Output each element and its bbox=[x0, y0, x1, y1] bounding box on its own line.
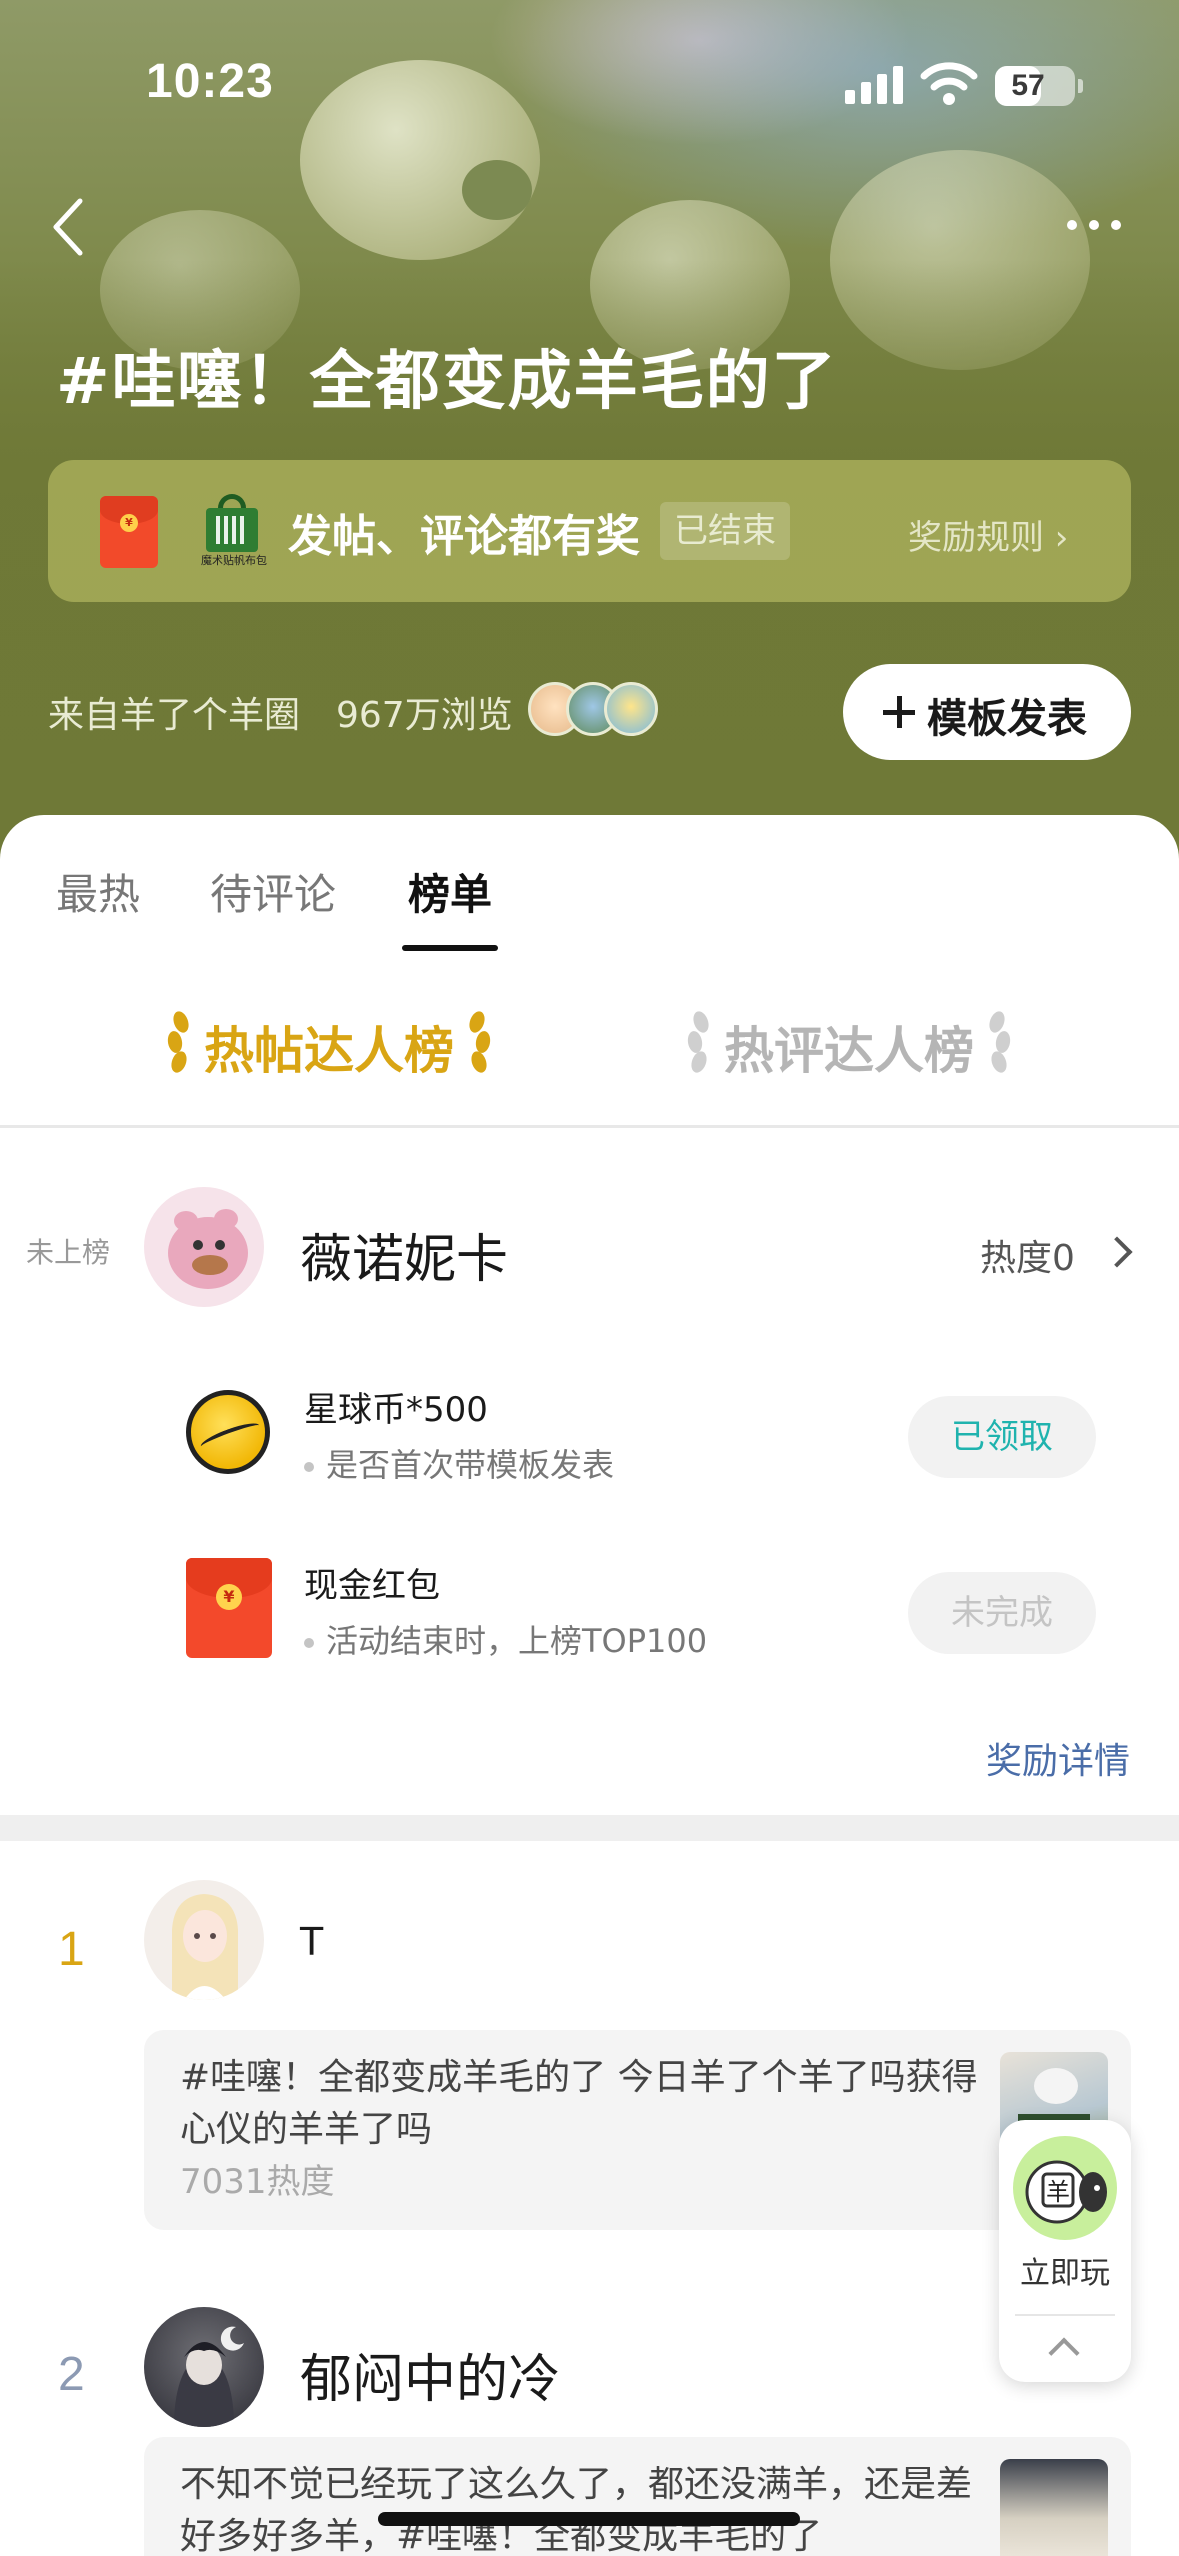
tab-bar: 最热 待评论 榜单 bbox=[0, 861, 1179, 961]
laurel-left-icon bbox=[166, 1005, 192, 1075]
rank-number: 1 bbox=[58, 1923, 85, 1976]
home-indicator[interactable] bbox=[378, 2512, 800, 2526]
laurel-right-icon bbox=[986, 1005, 1012, 1075]
bag-caption: 魔术贴帆布包 bbox=[201, 554, 267, 567]
laurel-right-icon bbox=[466, 1005, 492, 1075]
svg-text:羊: 羊 bbox=[1046, 2178, 1070, 2206]
task-name: 星球币*500 bbox=[304, 1390, 488, 1430]
hot-comment-ranking-label: 热评达人榜 bbox=[724, 1022, 974, 1080]
red-envelope-icon: ¥ bbox=[100, 496, 158, 568]
username: 郁闷中的冷 bbox=[300, 2350, 561, 2410]
status-bar: 10:23 57 bbox=[0, 0, 1179, 150]
topic-source-views[interactable]: 来自羊了个羊圈 967万浏览 bbox=[48, 686, 513, 738]
play-now-label: 立即玩 bbox=[1020, 2256, 1110, 2291]
reward-task-row: ¥ 现金红包 活动结束时，上榜TOP100 未完成 bbox=[0, 1548, 1179, 1678]
chevron-right-icon bbox=[1101, 1236, 1133, 1268]
avatar[interactable] bbox=[144, 1187, 264, 1307]
hot-comment-ranking-option[interactable]: 热评达人榜 bbox=[680, 1005, 1020, 1085]
task-description: 是否首次带模板发表 bbox=[304, 1440, 614, 1486]
red-envelope-icon: ¥ bbox=[186, 1558, 272, 1658]
participant-avatars[interactable] bbox=[528, 680, 668, 740]
battery-percentage: 57 bbox=[1011, 69, 1045, 102]
template-post-label: 模板发表 bbox=[927, 696, 1087, 742]
tab-leaderboard[interactable]: 榜单 bbox=[408, 861, 492, 922]
reward-task-row: 星球币*500 是否首次带模板发表 已领取 bbox=[0, 1372, 1179, 1502]
reward-banner[interactable]: ¥ 魔术贴帆布包 发帖、评论都有奖 已结束 奖励规则 › bbox=[48, 460, 1131, 602]
hot-post-ranking-label: 热帖达人榜 bbox=[204, 1022, 454, 1080]
avatar[interactable] bbox=[144, 2307, 264, 2427]
back-arrow-icon[interactable] bbox=[40, 185, 100, 265]
divider bbox=[1015, 2314, 1115, 2316]
status-time: 10:23 bbox=[146, 55, 274, 108]
topic-header: 10:23 57 #哇噻！全都变成羊毛的了 ¥ 魔术贴帆布包 发帖、评论都有奖 … bbox=[0, 0, 1179, 860]
task-description: 活动结束时，上榜TOP100 bbox=[304, 1616, 707, 1662]
my-heat-value: 热度0 bbox=[980, 1238, 1075, 1279]
post-card[interactable]: 不知不觉已经玩了这么久了，都还没满羊，还是差好多好多羊，#哇噻！全都变成羊毛的了 bbox=[144, 2437, 1131, 2556]
plus-icon bbox=[879, 692, 919, 732]
ranking-switch: 热帖达人榜 热评达人榜 bbox=[0, 995, 1179, 1095]
canvas-bag-icon: 魔术贴帆布包 bbox=[198, 490, 268, 570]
hot-post-ranking-option[interactable]: 热帖达人榜 bbox=[160, 1005, 500, 1085]
post-heat: 7031热度 bbox=[180, 2162, 335, 2202]
topic-title: #哇噻！全都变成羊毛的了 bbox=[56, 345, 838, 419]
cellular-signal-icon bbox=[845, 64, 905, 104]
reward-rules-link[interactable]: 奖励规则 › bbox=[908, 510, 1068, 559]
section-divider bbox=[0, 1815, 1179, 1841]
more-options-icon[interactable] bbox=[1055, 200, 1135, 250]
post-text: 不知不觉已经玩了这么久了，都还没满羊，还是差好多好多羊，#哇噻！全都变成羊毛的了 bbox=[180, 2464, 973, 2556]
coin-icon bbox=[186, 1382, 272, 1482]
my-ranking-row[interactable]: 未上榜 薇诺妮卡 热度0 bbox=[0, 1187, 1179, 1317]
reward-text: 发帖、评论都有奖 bbox=[288, 511, 640, 562]
tab-hottest[interactable]: 最热 bbox=[56, 861, 140, 922]
avatar bbox=[604, 682, 658, 736]
tab-pending-comment[interactable]: 待评论 bbox=[210, 861, 336, 922]
my-rank-status: 未上榜 bbox=[26, 1236, 111, 1269]
divider bbox=[0, 1125, 1179, 1128]
battery-icon: 57 bbox=[995, 66, 1083, 106]
avatar[interactable] bbox=[144, 1880, 264, 2000]
username: T bbox=[300, 1920, 324, 1964]
laurel-left-icon bbox=[686, 1005, 712, 1075]
task-claimed-button[interactable]: 已领取 bbox=[908, 1396, 1096, 1478]
wifi-icon bbox=[920, 62, 978, 105]
chevron-up-icon[interactable] bbox=[1048, 2337, 1080, 2369]
post-text: #哇噻！全都变成羊毛的了 今日羊了个羊了吗获得心仪的羊羊了吗 bbox=[180, 2057, 978, 2150]
reward-details-link[interactable]: 奖励详情 bbox=[986, 1732, 1130, 1784]
post-card[interactable]: #哇噻！全都变成羊毛的了 今日羊了个羊了吗获得心仪的羊羊了吗 7031热度 bbox=[144, 2030, 1131, 2230]
task-incomplete-button[interactable]: 未完成 bbox=[908, 1572, 1096, 1654]
tab-active-indicator bbox=[402, 945, 498, 951]
template-post-button[interactable]: 模板发表 bbox=[843, 664, 1131, 760]
sheep-game-logo: 羊 bbox=[1013, 2136, 1117, 2240]
play-now-widget[interactable]: 羊 立即玩 bbox=[999, 2120, 1131, 2382]
banner-art-creature bbox=[462, 160, 532, 220]
my-username: 薇诺妮卡 bbox=[300, 1230, 509, 1290]
reward-status-badge: 已结束 bbox=[660, 502, 790, 560]
rank-number: 2 bbox=[58, 2348, 85, 2401]
task-name: 现金红包 bbox=[304, 1566, 440, 1606]
post-thumbnail bbox=[1000, 2459, 1108, 2556]
